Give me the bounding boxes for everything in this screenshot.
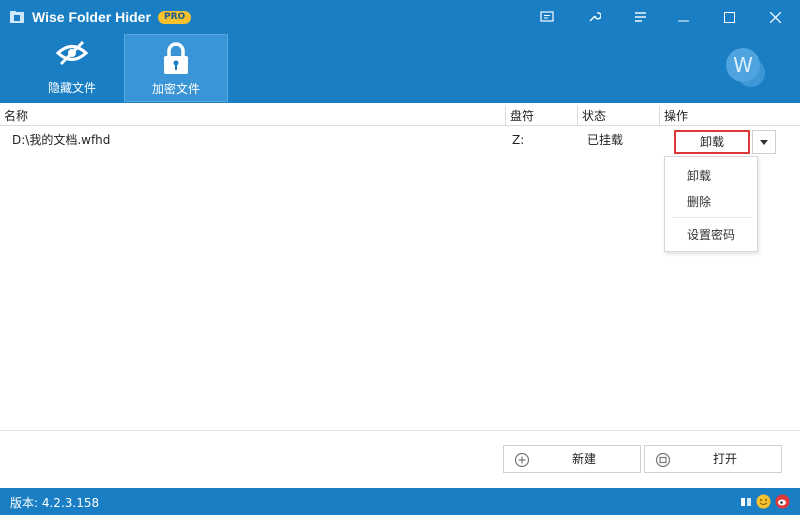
column-header-action[interactable]: 操作: [660, 106, 800, 126]
row-status: 已挂载: [587, 133, 624, 147]
action-bar: 新建 打开: [0, 430, 800, 486]
menu-icon[interactable]: [630, 7, 650, 27]
feedback-icon[interactable]: [537, 7, 557, 27]
column-header-name[interactable]: 名称: [0, 106, 506, 126]
minimize-button[interactable]: [660, 0, 706, 34]
action-dropdown-menu: 卸载 删除 设置密码: [664, 156, 758, 252]
app-window: Wise Folder Hider PRO 隐藏文件 加密文件 W 名称 盘符 …: [0, 0, 800, 515]
tool-encrypt-files[interactable]: 加密文件: [124, 34, 228, 102]
tool-label: 加密文件: [151, 82, 200, 96]
emoji-icon[interactable]: [756, 494, 771, 509]
version-text: 版本: 4.2.3.158: [10, 496, 100, 510]
menu-item-delete[interactable]: 删除: [687, 191, 711, 213]
menu-item-unmount[interactable]: 卸载: [687, 165, 711, 187]
app-logo-icon: [10, 11, 24, 23]
user-avatar[interactable]: W: [726, 48, 760, 82]
tool-label: 隐藏文件: [47, 81, 96, 95]
action-dropdown-toggle[interactable]: [752, 130, 776, 154]
open-button[interactable]: 打开: [644, 445, 782, 473]
settings-wrench-icon[interactable]: [584, 7, 604, 27]
unmount-button[interactable]: 卸载: [674, 130, 750, 154]
close-button[interactable]: [752, 0, 798, 34]
menu-divider: [673, 217, 751, 218]
open-label: 打开: [712, 452, 737, 466]
column-header-drive[interactable]: 盘符: [506, 106, 578, 126]
table-header: 名称 盘符 状态 操作: [0, 106, 800, 126]
header: Wise Folder Hider PRO 隐藏文件 加密文件 W: [0, 0, 800, 103]
maximize-button[interactable]: [706, 0, 752, 34]
new-button[interactable]: 新建: [503, 445, 641, 473]
weibo-icon[interactable]: [775, 494, 790, 509]
row-drive: Z:: [512, 133, 525, 147]
tool-hide-files[interactable]: 隐藏文件: [20, 34, 124, 102]
title-bar[interactable]: Wise Folder Hider PRO: [0, 0, 800, 34]
lock-icon: [164, 42, 188, 74]
app-title: Wise Folder Hider: [32, 9, 151, 25]
hidden-eye-icon: [55, 40, 89, 66]
new-label: 新建: [571, 452, 596, 466]
status-bar: 版本: 4.2.3.158: [0, 488, 800, 515]
share-icon[interactable]: [738, 494, 753, 509]
menu-item-set-password[interactable]: 设置密码: [687, 224, 735, 246]
row-name: D:\我的文档.wfhd: [12, 133, 111, 147]
column-header-status[interactable]: 状态: [578, 106, 660, 126]
pro-badge: PRO: [158, 11, 192, 24]
chevron-down-icon: [760, 139, 768, 145]
